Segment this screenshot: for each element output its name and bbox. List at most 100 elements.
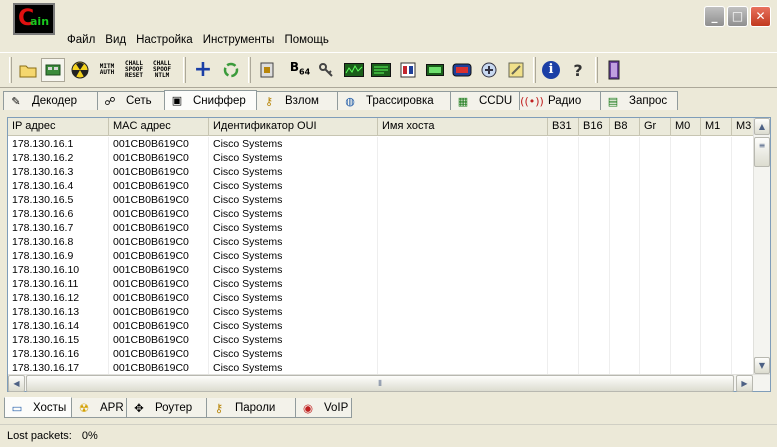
col-m0[interactable]: M0 — [671, 118, 701, 136]
chall-spoof-reset-button[interactable]: CHALL SPOOF RESET — [122, 58, 146, 82]
close-button[interactable]: ✕ — [750, 6, 771, 27]
scroll-thumb-vertical[interactable]: ≡ — [754, 137, 770, 167]
scroll-left-arrow-icon[interactable]: ◀ — [8, 375, 25, 392]
table-cell — [732, 221, 754, 235]
lsa-secrets-button[interactable] — [255, 58, 279, 82]
decoder-button[interactable] — [396, 58, 420, 82]
col-gr[interactable]: Gr — [640, 118, 671, 136]
table-row[interactable]: 178.130.16.14 001CB0B619C0 Cisco Systems — [8, 319, 754, 333]
base64-button[interactable]: B64 — [288, 58, 312, 82]
wireless-scanner-button[interactable] — [342, 58, 366, 82]
table-row[interactable]: 178.130.16.4 001CB0B619C0 Cisco Systems — [8, 179, 754, 193]
table-row[interactable]: 178.130.16.10 001CB0B619C0 Cisco Systems — [8, 263, 754, 277]
tab-decoder[interactable]: ✎ Декодер — [3, 91, 98, 110]
menu-view[interactable]: Вид — [100, 31, 131, 49]
table-row[interactable]: 178.130.16.16 001CB0B619C0 Cisco Systems — [8, 347, 754, 361]
table-row[interactable]: 178.130.16.6 001CB0B619C0 Cisco Systems — [8, 207, 754, 221]
table-row[interactable]: 178.130.16.5 001CB0B619C0 Cisco Systems — [8, 193, 754, 207]
table-row[interactable]: 178.130.16.2 001CB0B619C0 Cisco Systems — [8, 151, 754, 165]
tab-cracker[interactable]: ⚷ Взлом — [256, 91, 338, 110]
table-cell — [732, 333, 754, 347]
table-row[interactable]: 178.130.16.7 001CB0B619C0 Cisco Systems — [8, 221, 754, 235]
certificate-button[interactable] — [450, 58, 474, 82]
key-button[interactable] — [314, 58, 338, 82]
col-mac[interactable]: MAC адрес — [109, 118, 209, 136]
voip-scanner-button[interactable] — [369, 58, 393, 82]
table-cell — [701, 249, 732, 263]
col-m1[interactable]: M1 — [701, 118, 732, 136]
start-sniffer-button[interactable] — [41, 58, 65, 82]
about-button[interactable]: i — [539, 58, 563, 82]
tab-sniffer[interactable]: ▣ Сниффер — [164, 90, 257, 110]
minimize-button[interactable]: _ — [704, 6, 725, 27]
tab-ccdu[interactable]: ▦ CCDU — [450, 91, 520, 110]
table-cell — [548, 333, 579, 347]
table-body: 178.130.16.1 001CB0B619C0 Cisco Systems 178… — [8, 137, 754, 375]
chall-spoof-ntlm-button[interactable]: CHALL SPOOF NTLM — [150, 58, 174, 82]
table-row[interactable]: 178.130.16.13 001CB0B619C0 Cisco Systems — [8, 305, 754, 319]
table-cell — [378, 361, 548, 375]
tab-voip[interactable]: ◉ VoIP — [295, 398, 352, 418]
table-cell: 001CB0B619C0 — [109, 137, 209, 151]
tab-passwords[interactable]: ⚷ Пароли — [206, 398, 296, 418]
terminal-button[interactable] — [423, 58, 447, 82]
table-cell: 001CB0B619C0 — [109, 347, 209, 361]
table-row[interactable]: 178.130.16.3 001CB0B619C0 Cisco Systems — [8, 165, 754, 179]
recycle-button[interactable] — [219, 58, 243, 82]
open-folder-button[interactable] — [16, 58, 40, 82]
tab-wireless[interactable]: ((•)) Радио — [519, 91, 601, 110]
hosts-list[interactable]: IP адрес MAC адрес Идентификатор OUI Имя… — [7, 117, 771, 392]
menu-tools[interactable]: Инструменты — [198, 31, 280, 49]
tab-query-label: Запрос — [629, 95, 668, 107]
table-row[interactable]: 178.130.16.1 001CB0B619C0 Cisco Systems — [8, 137, 754, 151]
tab-sniffer-label: Сниффер — [193, 94, 246, 107]
table-cell — [378, 277, 548, 291]
table-row[interactable]: 178.130.16.9 001CB0B619C0 Cisco Systems — [8, 249, 754, 263]
table-cell: Cisco Systems — [209, 319, 378, 333]
scroll-right-arrow-icon[interactable]: ▶ — [736, 375, 753, 392]
tab-apr[interactable]: ☢ APR — [71, 398, 127, 418]
tab-router[interactable]: ✥ Роутер — [126, 398, 207, 418]
table-row[interactable]: 178.130.16.15 001CB0B619C0 Cisco Systems — [8, 333, 754, 347]
tab-network[interactable]: ☍ Сеть — [97, 91, 165, 110]
vertical-scrollbar[interactable]: ▲ ≡ ▼ — [753, 118, 770, 376]
table-row[interactable]: 178.130.16.17 001CB0B619C0 Cisco Systems — [8, 361, 754, 375]
table-row[interactable]: 178.130.16.8 001CB0B619C0 Cisco Systems — [8, 235, 754, 249]
password-generator-button[interactable] — [504, 58, 528, 82]
menu-help[interactable]: Помощь — [279, 31, 333, 49]
col-b16[interactable]: B16 — [579, 118, 610, 136]
auth-label: AUTH — [99, 69, 115, 76]
add-to-list-button[interactable]: + — [191, 58, 215, 82]
col-ip[interactable]: IP адрес — [8, 118, 109, 136]
table-cell: Cisco Systems — [209, 207, 378, 221]
scroll-thumb-horizontal[interactable]: ⦀ — [26, 375, 734, 392]
title-bar: C ain _ □ ✕ — [0, 0, 777, 35]
table-row[interactable]: 178.130.16.12 001CB0B619C0 Cisco Systems — [8, 291, 754, 305]
maximize-button[interactable]: □ — [727, 6, 748, 27]
table-cell — [378, 347, 548, 361]
menu-file[interactable]: Файл — [62, 31, 100, 49]
table-cell: 001CB0B619C0 — [109, 305, 209, 319]
scroll-up-arrow-icon[interactable]: ▲ — [754, 118, 770, 135]
help-button[interactable]: ? — [566, 58, 590, 82]
menu-configure[interactable]: Настройка — [131, 31, 198, 49]
horizontal-scrollbar[interactable]: ◀ ⦀ ▶ — [8, 374, 770, 392]
tab-hosts[interactable]: ▭ Хосты — [4, 397, 72, 418]
tab-traceroute[interactable]: ◍ Трассировка — [337, 91, 451, 110]
start-apr-button[interactable] — [68, 58, 92, 82]
table-cell: Cisco Systems — [209, 137, 378, 151]
app-logo[interactable]: C ain — [13, 3, 55, 35]
mitm-auth-button[interactable]: MITM AUTH — [95, 58, 119, 82]
col-m3[interactable]: M3 — [732, 118, 754, 136]
col-b31[interactable]: B31 — [548, 118, 579, 136]
table-row[interactable]: 178.130.16.11 001CB0B619C0 Cisco Systems — [8, 277, 754, 291]
col-b8[interactable]: B8 — [610, 118, 640, 136]
table-cell — [610, 221, 640, 235]
tab-query[interactable]: ▤ Запрос — [600, 91, 678, 110]
hash-calculator-button[interactable] — [477, 58, 501, 82]
col-oui[interactable]: Идентификатор OUI — [209, 118, 378, 136]
exit-button[interactable] — [602, 58, 626, 82]
toolbar-grip[interactable] — [9, 57, 12, 83]
scroll-down-arrow-icon[interactable]: ▼ — [754, 357, 770, 374]
col-hostname[interactable]: Имя хоста — [378, 118, 548, 136]
